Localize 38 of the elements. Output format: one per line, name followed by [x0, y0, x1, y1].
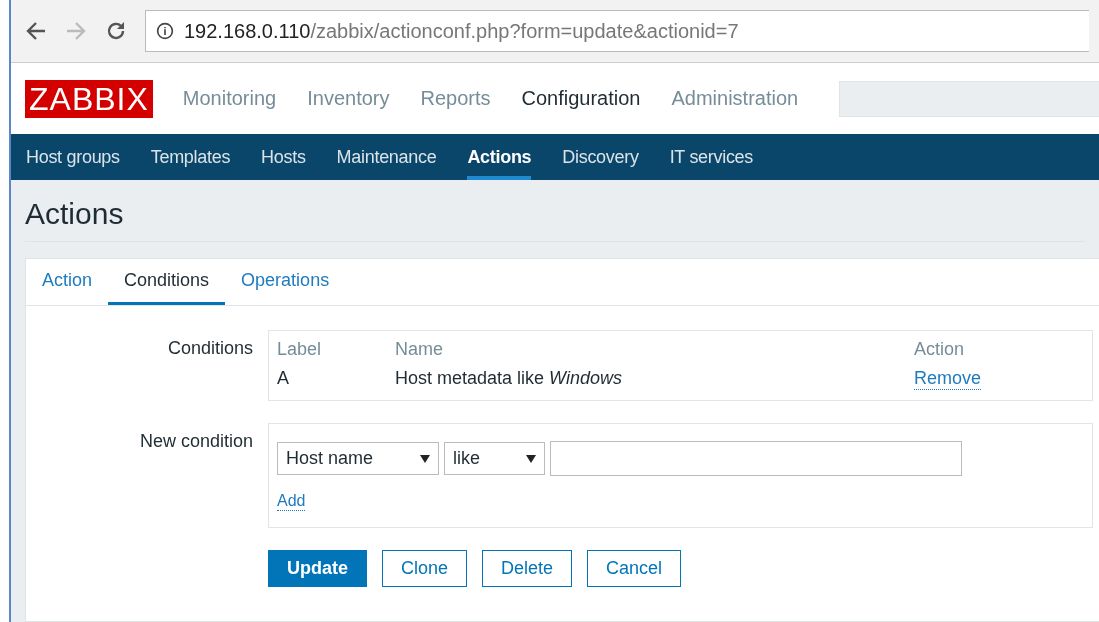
remove-link[interactable]: Remove	[914, 368, 982, 390]
back-icon[interactable]	[25, 20, 47, 42]
form-button[interactable]: Delete	[482, 550, 573, 587]
add-link[interactable]: Add	[277, 492, 306, 511]
caret-icon	[420, 454, 430, 463]
condition-type-select[interactable]: Host name	[277, 442, 439, 475]
field-label: New condition	[138, 430, 253, 453]
table-cell-text: Host metadata like Windows	[395, 368, 623, 390]
column-header: Label	[277, 339, 323, 360]
submenu-item[interactable]: Actions	[467, 134, 532, 180]
table-cell-text: A	[277, 368, 290, 390]
submenu-item[interactable]: Templates	[150, 134, 231, 180]
operator-select[interactable]: like	[444, 442, 545, 475]
value-input[interactable]	[550, 441, 962, 476]
form-button[interactable]: Cancel	[587, 550, 682, 587]
info-icon[interactable]	[156, 22, 174, 40]
submenu-item[interactable]: Maintenance	[336, 134, 437, 180]
logo: ZABBIX	[25, 79, 153, 118]
search-field[interactable]	[839, 80, 1099, 117]
menu-item[interactable]: Monitoring	[182, 87, 277, 110]
menu-item[interactable]: Inventory	[307, 87, 390, 110]
field-label: Conditions	[166, 337, 253, 360]
form-button[interactable]: Clone	[382, 550, 468, 587]
url-text: 192.168.0.110/zabbix/actionconf.php?form=update&actionid=7	[184, 19, 739, 43]
submenu-item[interactable]: Host groups	[26, 134, 120, 180]
tab[interactable]: Conditions	[108, 259, 226, 305]
form-button[interactable]: Update	[268, 550, 367, 587]
tab[interactable]: Action	[26, 259, 109, 305]
submenu-item[interactable]: Discovery	[562, 134, 639, 180]
column-header: Name	[395, 339, 444, 360]
page-title: Actions	[25, 180, 1085, 242]
column-header: Action	[914, 339, 966, 360]
reload-icon[interactable]	[105, 20, 127, 42]
submenu-item[interactable]: IT services	[669, 134, 753, 180]
caret-icon	[526, 454, 536, 463]
address-bar[interactable]: 192.168.0.110/zabbix/actionconf.php?form=update&actionid=7	[145, 10, 1089, 52]
tab[interactable]: Operations	[225, 259, 346, 305]
submenu-item[interactable]: Hosts	[261, 134, 306, 180]
